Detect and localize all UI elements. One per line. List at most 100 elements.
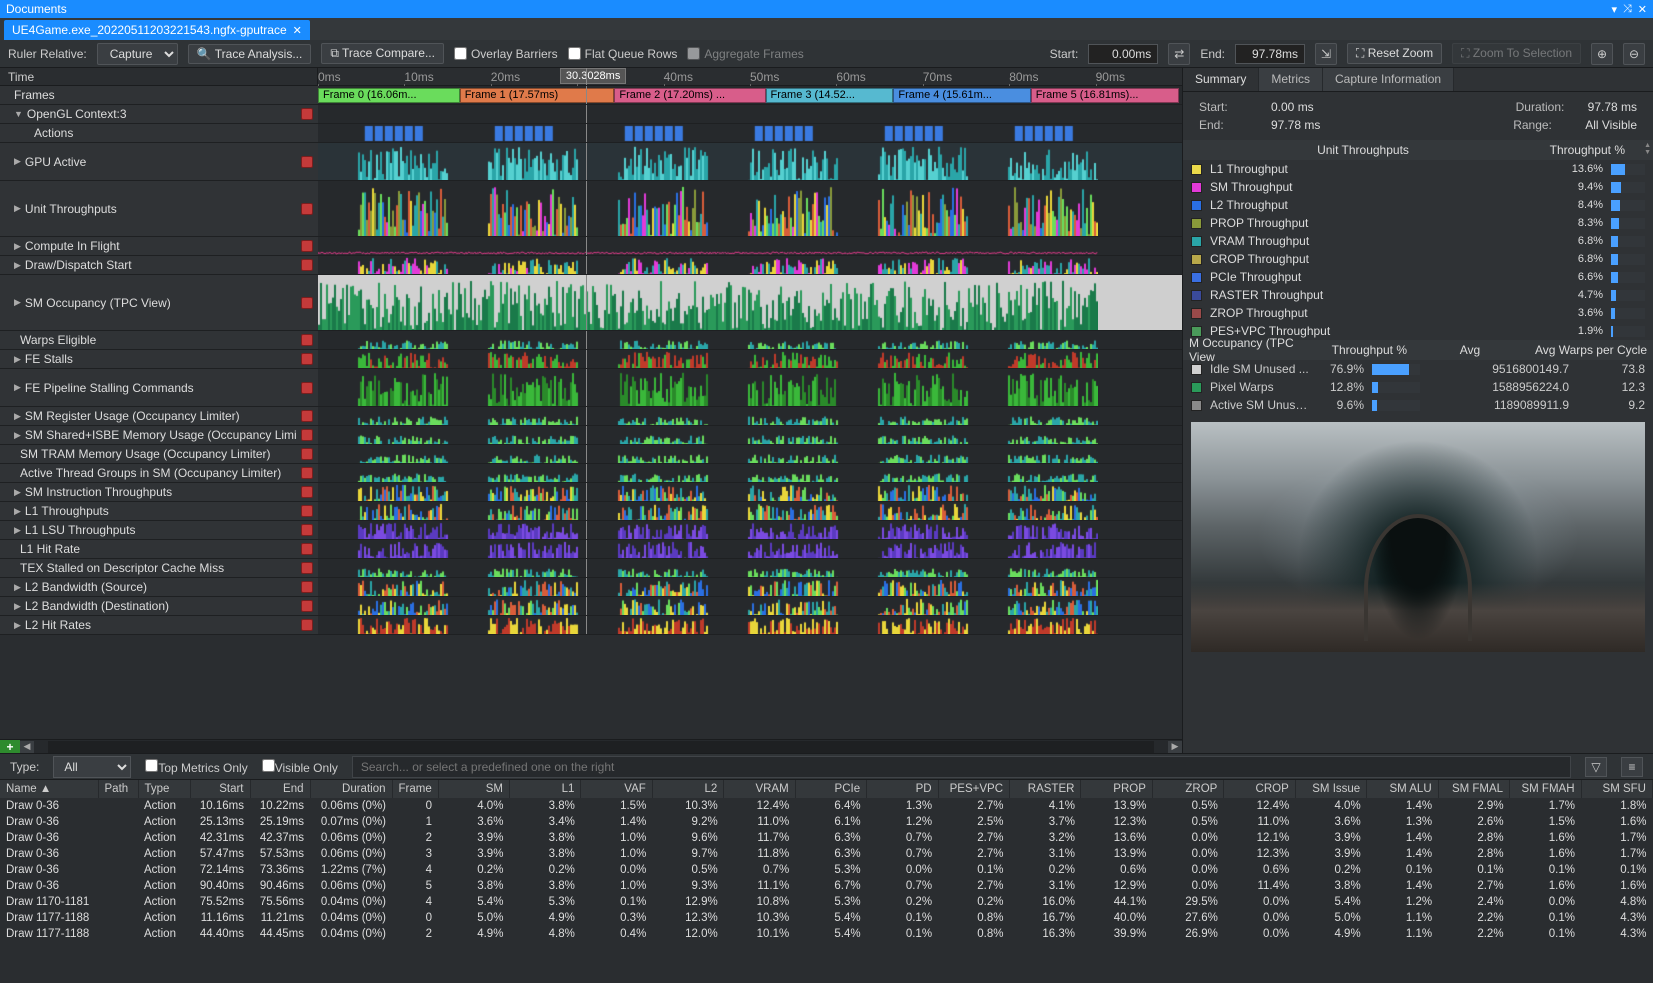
status-badge[interactable] bbox=[301, 562, 313, 574]
unit-row[interactable]: RASTER Throughput 4.7% bbox=[1183, 286, 1653, 304]
frame-block[interactable]: Frame 3 (14.52... bbox=[766, 88, 894, 103]
status-badge[interactable] bbox=[301, 600, 313, 612]
track-row[interactable]: ▶L1 Throughputs bbox=[0, 502, 1182, 521]
col-vaf[interactable]: VAF bbox=[581, 780, 652, 798]
track-label[interactable]: SM TRAM Memory Usage (Occupancy Limiter) bbox=[0, 445, 296, 463]
time-marker[interactable]: 30.3028ms bbox=[560, 68, 626, 84]
unit-row[interactable]: CROP Throughput 6.8% bbox=[1183, 250, 1653, 268]
status-badge[interactable] bbox=[301, 382, 313, 394]
menu-icon[interactable]: ≡ bbox=[1621, 757, 1643, 777]
unit-row[interactable]: PROP Throughput 8.3% bbox=[1183, 214, 1653, 232]
track-row[interactable]: ▶Compute In Flight bbox=[0, 237, 1182, 256]
status-badge[interactable] bbox=[301, 240, 313, 252]
frame-block[interactable]: Frame 2 (17.20ms) ... bbox=[614, 88, 765, 103]
track-row[interactable]: ▶SM Instruction Throughputs bbox=[0, 483, 1182, 502]
status-badge[interactable] bbox=[301, 467, 313, 479]
expand-icon[interactable]: ▼ bbox=[14, 109, 23, 119]
col-name[interactable]: Name ▲ bbox=[0, 780, 98, 798]
frame-block[interactable]: Frame 0 (16.06m... bbox=[318, 88, 460, 103]
tracks-area[interactable]: FramesFrame 0 (16.06m...Frame 1 (17.57ms… bbox=[0, 86, 1182, 739]
expand-icon[interactable]: ▶ bbox=[14, 156, 21, 167]
track-label[interactable]: ▶GPU Active bbox=[0, 143, 296, 180]
scroll-right-icon[interactable]: ▶ bbox=[1168, 741, 1182, 753]
track-row[interactable]: SM TRAM Memory Usage (Occupancy Limiter) bbox=[0, 445, 1182, 464]
status-badge[interactable] bbox=[301, 259, 313, 271]
tab-metrics[interactable]: Metrics bbox=[1259, 68, 1323, 91]
col-l2[interactable]: L2 bbox=[652, 780, 723, 798]
status-badge[interactable] bbox=[301, 203, 313, 215]
col-crop[interactable]: CROP bbox=[1224, 780, 1295, 798]
col-pes-vpc[interactable]: PES+VPC bbox=[938, 780, 1009, 798]
trace-compare-button[interactable]: ⧉ Trace Compare... bbox=[321, 43, 444, 64]
col-start[interactable]: Start bbox=[190, 780, 250, 798]
track-row[interactable]: ▶GPU Active bbox=[0, 143, 1182, 181]
unit-row[interactable]: PCIe Throughput 6.6% bbox=[1183, 268, 1653, 286]
expand-icon[interactable]: ▶ bbox=[14, 506, 21, 517]
col-sm-alu[interactable]: SM ALU bbox=[1367, 780, 1438, 798]
scroll-left-icon[interactable]: ◀ bbox=[20, 741, 34, 753]
zoom-out-icon[interactable]: ⊖ bbox=[1623, 43, 1645, 65]
track-label[interactable]: Warps Eligible bbox=[0, 331, 296, 349]
track-row[interactable]: ▼OpenGL Context:3 bbox=[0, 105, 1182, 124]
track-label[interactable]: L1 Hit Rate bbox=[0, 540, 296, 558]
track-label[interactable]: Active Thread Groups in SM (Occupancy Li… bbox=[0, 464, 296, 482]
frame-block[interactable]: Frame 1 (17.57ms) bbox=[460, 88, 615, 103]
col-frame[interactable]: Frame bbox=[392, 780, 438, 798]
status-badge[interactable] bbox=[301, 486, 313, 498]
track-label[interactable]: ▶L1 Throughputs bbox=[0, 502, 296, 520]
track-label[interactable]: ▶L1 LSU Throughputs bbox=[0, 521, 296, 539]
expand-icon[interactable]: ▶ bbox=[14, 203, 21, 214]
track-row[interactable]: ▶L2 Hit Rates bbox=[0, 616, 1182, 635]
track-row[interactable]: ▶SM Shared+ISBE Memory Usage (Occupancy … bbox=[0, 426, 1182, 445]
track-row[interactable]: ▶Unit Throughputs bbox=[0, 181, 1182, 237]
status-badge[interactable] bbox=[301, 543, 313, 555]
track-row[interactable]: ▶L2 Bandwidth (Source) bbox=[0, 578, 1182, 597]
track-label[interactable]: TEX Stalled on Descriptor Cache Miss bbox=[0, 559, 296, 577]
link-icon[interactable]: ⇄ bbox=[1168, 43, 1190, 65]
status-badge[interactable] bbox=[301, 353, 313, 365]
expand-icon[interactable]: ▶ bbox=[14, 582, 21, 593]
track-label[interactable]: ▶SM Occupancy (TPC View) bbox=[0, 275, 296, 330]
col-raster[interactable]: RASTER bbox=[1010, 780, 1081, 798]
events-search-input[interactable] bbox=[352, 756, 1571, 778]
track-label[interactable]: ▶FE Stalls bbox=[0, 350, 296, 368]
track-label[interactable]: ▼OpenGL Context:3 bbox=[0, 105, 296, 123]
expand-icon[interactable]: ▶ bbox=[14, 382, 21, 393]
track-label[interactable]: ▶L2 Bandwidth (Destination) bbox=[0, 597, 296, 615]
expand-icon[interactable]: ▶ bbox=[14, 241, 21, 252]
table-row[interactable]: Draw 0-36Action72.14ms73.36ms1.22ms (7%)… bbox=[0, 862, 1653, 878]
pin-icon[interactable]: ⤨ bbox=[1623, 3, 1632, 16]
visible-only-checkbox[interactable]: Visible Only bbox=[262, 759, 338, 775]
unit-row[interactable]: VRAM Throughput 6.8% bbox=[1183, 232, 1653, 250]
status-badge[interactable] bbox=[301, 156, 313, 168]
expand-icon[interactable]: ▶ bbox=[14, 601, 21, 612]
track-row[interactable]: Actions bbox=[0, 124, 1182, 143]
unit-row[interactable]: L1 Throughput 13.6% bbox=[1183, 160, 1653, 178]
col-sm-fmah[interactable]: SM FMAH bbox=[1510, 780, 1581, 798]
overlay-barriers-checkbox[interactable]: Overlay Barriers bbox=[454, 47, 558, 61]
expand-icon[interactable]: ▶ bbox=[14, 487, 21, 498]
tab-summary[interactable]: Summary bbox=[1183, 68, 1259, 91]
flat-queue-checkbox[interactable]: Flat Queue Rows bbox=[568, 47, 678, 61]
col-path[interactable]: Path bbox=[98, 780, 138, 798]
unit-throughputs-header[interactable]: Unit Throughputs Throughput % ▲▼ bbox=[1183, 140, 1653, 160]
col-sm-sfu[interactable]: SM SFU bbox=[1581, 780, 1653, 798]
occupancy-row[interactable]: Idle SM Unused ... 76.9% 9516800149.7 73… bbox=[1183, 360, 1653, 378]
top-metrics-checkbox[interactable]: Top Metrics Only bbox=[145, 759, 247, 775]
status-badge[interactable] bbox=[301, 448, 313, 460]
status-badge[interactable] bbox=[301, 505, 313, 517]
col-sm[interactable]: SM bbox=[438, 780, 509, 798]
track-row[interactable]: TEX Stalled on Descriptor Cache Miss bbox=[0, 559, 1182, 578]
table-row[interactable]: Draw 0-36Action57.47ms57.53ms0.06ms (0%)… bbox=[0, 846, 1653, 862]
trace-analysis-button[interactable]: 🔍 Trace Analysis... bbox=[188, 44, 312, 64]
track-row[interactable]: Warps Eligible bbox=[0, 331, 1182, 350]
end-link-icon[interactable]: ⇲ bbox=[1315, 43, 1337, 65]
status-badge[interactable] bbox=[301, 619, 313, 631]
table-row[interactable]: Draw 1177-1188Action44.40ms44.45ms0.04ms… bbox=[0, 926, 1653, 942]
table-row[interactable]: Draw 0-36Action42.31ms42.37ms0.06ms (0%)… bbox=[0, 830, 1653, 846]
col-pd[interactable]: PD bbox=[867, 780, 938, 798]
status-badge[interactable] bbox=[301, 410, 313, 422]
close-window-icon[interactable]: ✕ bbox=[1638, 3, 1647, 16]
track-label[interactable]: ▶FE Pipeline Stalling Commands bbox=[0, 369, 296, 406]
unit-row[interactable]: ZROP Throughput 3.6% bbox=[1183, 304, 1653, 322]
